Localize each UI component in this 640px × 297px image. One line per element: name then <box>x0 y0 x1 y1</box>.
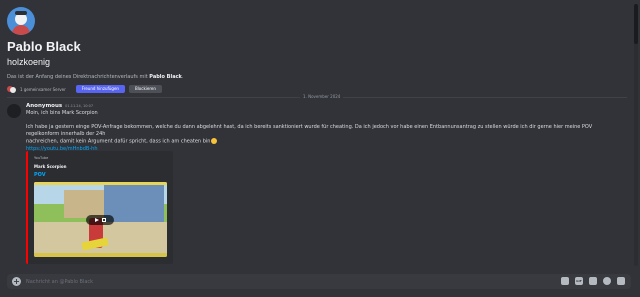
emoji-icon[interactable] <box>603 277 611 285</box>
mutual-server-icons[interactable] <box>7 85 16 93</box>
message-line-greeting: Moin, ich bins Mark Scorpion <box>26 110 98 116</box>
open-external-icon[interactable] <box>101 218 106 222</box>
profile-username: holzkoenig <box>7 57 51 67</box>
date-divider-label: 1. November 2024 <box>300 94 344 100</box>
block-button[interactable]: Blockieren <box>128 85 162 93</box>
dm-header: Pablo Black holzkoenig Das ist der Anfan… <box>7 7 607 93</box>
mutual-servers-label[interactable]: 1 gemeinsamer Server <box>20 87 66 92</box>
apps-icon[interactable] <box>617 277 625 285</box>
dm-intro-text: Das ist der Anfang deines Direktnachrich… <box>7 74 184 80</box>
message-author-avatar[interactable] <box>7 104 21 118</box>
message-line-body-2: nachreichen, damit kein Argument dafür s… <box>26 138 621 146</box>
video-thumbnail[interactable] <box>34 182 167 257</box>
message-line-body: Ich habe ja gestern einge POV-Anfrage be… <box>26 124 593 137</box>
add-friend-button[interactable]: Freund hinzufügen <box>75 85 125 93</box>
profile-avatar[interactable] <box>7 7 35 35</box>
play-icon[interactable] <box>94 218 99 222</box>
message-composer: + GIF <box>7 274 631 289</box>
youtube-embed: YouTube Mark Scorpion POV <box>26 151 173 264</box>
gift-icon[interactable] <box>561 277 569 285</box>
embed-author[interactable]: Mark Scorpion <box>34 164 67 169</box>
smile-emoji-icon <box>211 138 218 144</box>
profile-display-name: Pablo Black <box>7 39 81 54</box>
sticker-icon[interactable] <box>589 277 597 285</box>
message-author[interactable]: Anonymous <box>26 103 62 110</box>
gif-icon[interactable]: GIF <box>575 277 583 285</box>
message-timestamp: 01.11.24, 10:07 <box>65 104 94 108</box>
add-attachment-icon[interactable]: + <box>12 277 21 286</box>
video-play-controls[interactable] <box>86 215 114 225</box>
message-input[interactable] <box>26 277 466 286</box>
embed-provider[interactable]: YouTube <box>34 156 48 161</box>
profile-actions: 1 gemeinsamer Server Freund hinzufügen B… <box>7 85 607 93</box>
composer-tools: GIF <box>561 277 625 285</box>
scrollbar-thumb[interactable] <box>634 4 638 44</box>
embed-title[interactable]: POV <box>34 172 46 178</box>
